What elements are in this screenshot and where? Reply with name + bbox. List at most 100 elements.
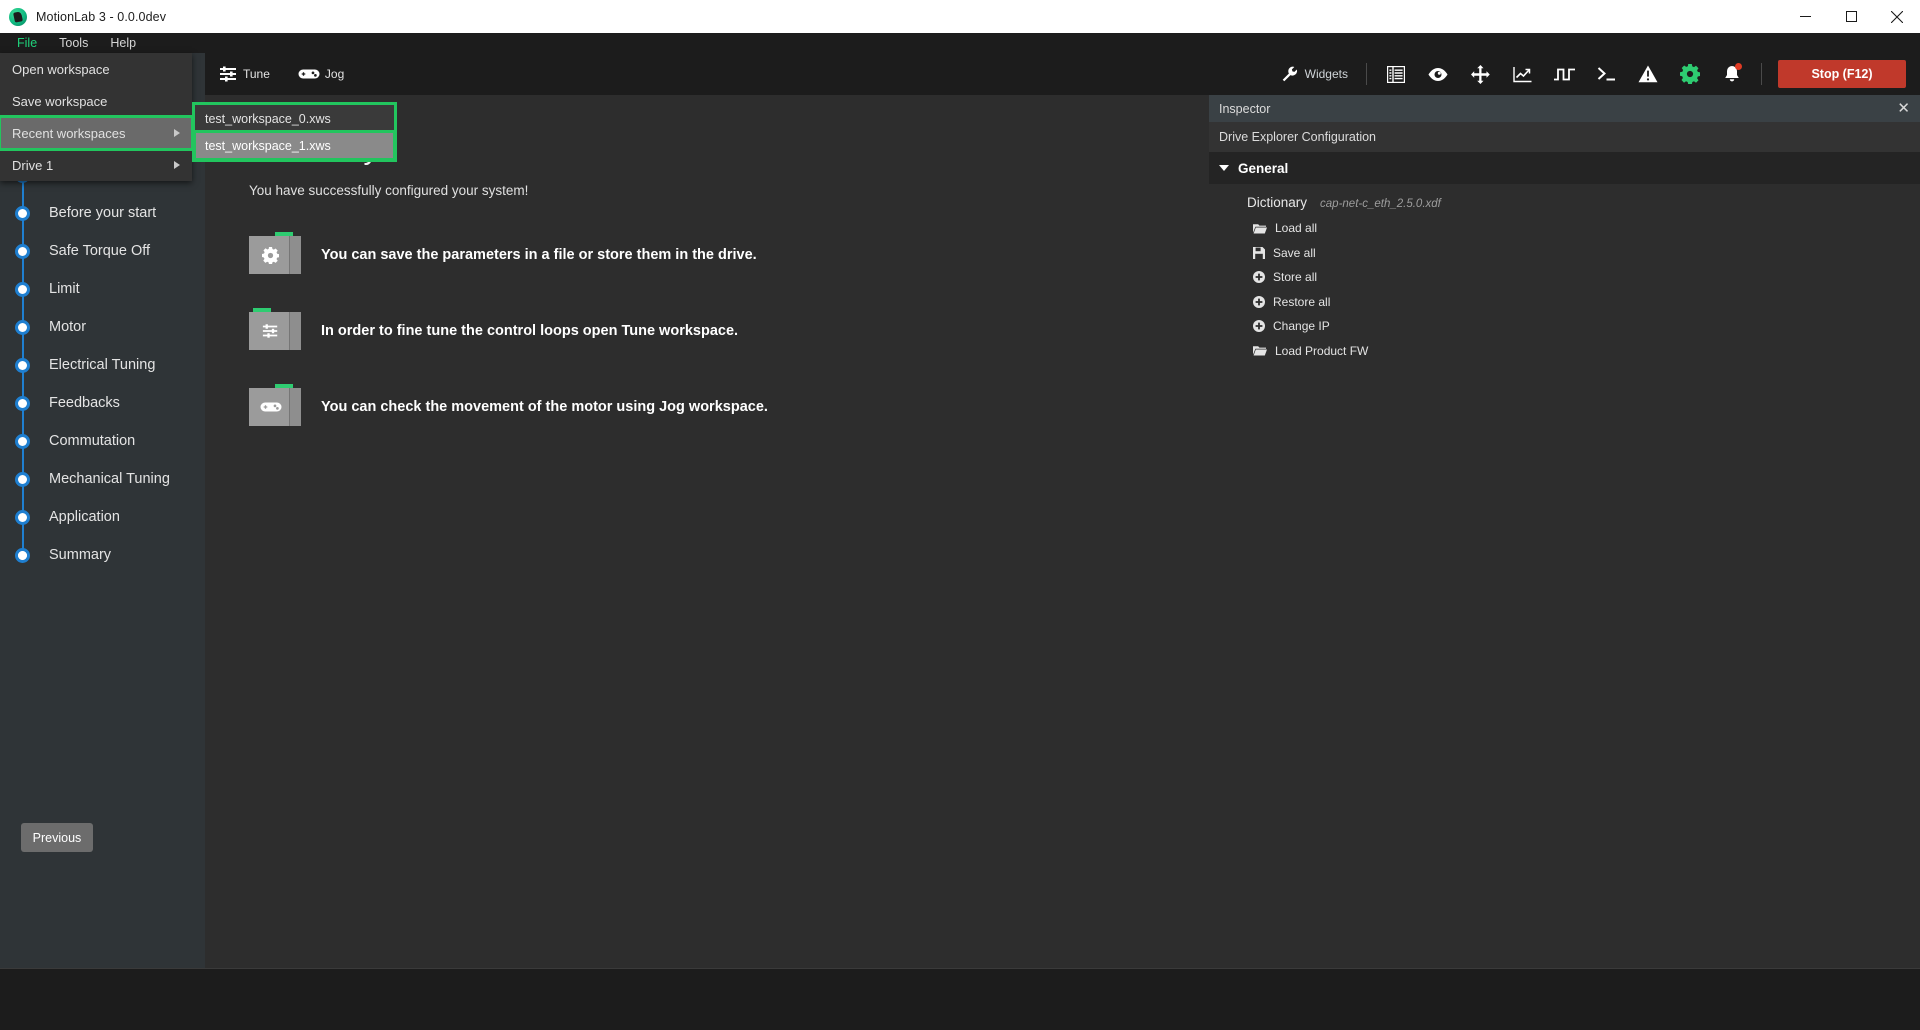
plus-circle-icon [1253, 271, 1265, 284]
menu-item-label: Save workspace [12, 93, 108, 109]
inspector-panel: Inspector ✕ Drive Explorer Configuration… [1209, 95, 1920, 968]
toolbar-right-group: Widgets Stop (F12) [1276, 53, 1920, 95]
sliders-icon [220, 66, 236, 82]
action-restore-all[interactable]: Restore all [1253, 290, 1920, 315]
action-save-all[interactable]: Save all [1253, 241, 1920, 266]
close-icon[interactable]: ✕ [1897, 101, 1910, 116]
action-label: Load Product FW [1275, 343, 1369, 358]
sidebar-step-feedbacks[interactable]: Feedbacks [0, 384, 205, 422]
sidebar-step-before-your-start[interactable]: Before your start [0, 194, 205, 232]
submenu-item-test-workspace-1[interactable]: test_workspace_1.xws [193, 130, 396, 161]
window-controls [1782, 0, 1920, 33]
inspector-group-label: General [1238, 160, 1289, 176]
step-dot-icon [15, 357, 30, 373]
toolbar: Tune Jog Widgets Stop (F12) [205, 53, 1920, 95]
submenu-item-label: test_workspace_0.xws [205, 111, 331, 126]
line-chart-icon[interactable] [1501, 53, 1543, 95]
sidebar-step-application[interactable]: Application [0, 498, 205, 536]
step-label: Limit [49, 281, 80, 297]
toolbar-divider-2 [1761, 63, 1762, 85]
square-wave-icon[interactable] [1543, 53, 1585, 95]
summary-card-text: In order to fine tune the control loops … [321, 323, 739, 339]
step-label: Feedbacks [49, 395, 120, 411]
menu-bar: File Tools Help [0, 33, 1920, 53]
dictionary-label: Dictionary [1247, 195, 1308, 210]
action-label: Restore all [1273, 294, 1331, 309]
menu-help[interactable]: Help [99, 33, 147, 53]
workspace-jog-button[interactable]: Jog [284, 53, 358, 95]
title-bar: MotionLab 3 - 0.0.0dev [0, 0, 1920, 33]
gamepad-icon [298, 69, 320, 79]
close-icon[interactable] [1874, 0, 1920, 33]
settings-gear-icon[interactable] [1669, 53, 1711, 95]
bell-icon[interactable] [1711, 53, 1753, 95]
menu-item-save-workspace[interactable]: Save workspace [0, 85, 192, 117]
file-menu-popup: Open workspace Save workspace Recent wor… [0, 53, 397, 181]
terminal-icon[interactable] [1585, 53, 1627, 95]
menu-tools[interactable]: Tools [48, 33, 99, 53]
step-dot-icon [15, 433, 30, 449]
sidebar-step-electrical-tuning[interactable]: Electrical Tuning [0, 346, 205, 384]
application-window: MotionLab 3 - 0.0.0dev File Tools Help T… [0, 0, 1920, 1030]
step-label: Safe Torque Off [49, 243, 151, 259]
sidebar-step-safe-torque-off[interactable]: Safe Torque Off [0, 232, 205, 270]
inspector-header: Inspector ✕ [1209, 95, 1920, 122]
step-dot-icon [15, 281, 30, 297]
folder-open-icon [1253, 223, 1267, 234]
menu-item-open-workspace[interactable]: Open workspace [0, 53, 192, 85]
folder-open-icon [1253, 346, 1267, 356]
inspector-group-general[interactable]: General [1209, 152, 1920, 184]
step-dot-icon [15, 509, 30, 525]
widgets-button[interactable]: Widgets [1276, 66, 1358, 82]
step-label: Electrical Tuning [49, 357, 156, 373]
step-dot-icon [15, 205, 30, 221]
notification-dot [1735, 63, 1742, 70]
menu-item-recent-workspaces[interactable]: Recent workspaces [0, 115, 194, 151]
widgets-label: Widgets [1304, 67, 1348, 81]
sliders-icon [249, 308, 301, 350]
maximize-icon[interactable] [1828, 0, 1874, 33]
action-label: Store all [1273, 270, 1318, 285]
action-label: Load all [1275, 221, 1318, 236]
wrench-icon [1282, 66, 1297, 82]
action-store-all[interactable]: Store all [1253, 265, 1920, 290]
summary-cards: You can save the parameters in a file or… [249, 232, 1209, 426]
stop-button[interactable]: Stop (F12) [1778, 60, 1906, 88]
sidebar-step-mechanical-tuning[interactable]: Mechanical Tuning [0, 460, 205, 498]
workspace-tune-label: Tune [243, 67, 270, 81]
plus-circle-icon [1253, 295, 1265, 308]
action-label: Change IP [1273, 319, 1330, 334]
table-view-icon[interactable] [1375, 53, 1417, 95]
workspace-tune-button[interactable]: Tune [205, 53, 284, 95]
warning-triangle-icon[interactable] [1627, 53, 1669, 95]
sidebar-step-limit[interactable]: Limit [0, 270, 205, 308]
menu-item-label: Drive 1 [12, 157, 54, 173]
menu-item-drive-1[interactable]: Drive 1 [0, 149, 192, 181]
previous-button[interactable]: Previous [21, 823, 93, 852]
sidebar-step-summary[interactable]: Summary [0, 536, 205, 574]
step-label: Motor [49, 319, 87, 335]
gear-icon [249, 232, 301, 274]
motionlab-logo-icon [9, 7, 27, 26]
action-load-product-fw[interactable]: Load Product FW [1253, 339, 1920, 364]
step-label: Before your start [49, 205, 157, 221]
inspector-subtitle: Drive Explorer Configuration [1209, 122, 1920, 152]
minimize-icon[interactable] [1782, 0, 1828, 33]
chevron-right-icon [174, 129, 180, 137]
window-title: MotionLab 3 - 0.0.0dev [36, 9, 167, 24]
step-label: Application [49, 509, 120, 525]
eye-icon[interactable] [1417, 53, 1459, 95]
sidebar-step-motor[interactable]: Motor [0, 308, 205, 346]
submenu-item-label: test_workspace_1.xws [205, 138, 331, 153]
summary-card-text: You can check the movement of the motor … [321, 399, 768, 415]
action-change-ip[interactable]: Change IP [1253, 314, 1920, 339]
floppy-disk-icon [1253, 246, 1265, 259]
action-load-all[interactable]: Load all [1253, 216, 1920, 241]
step-label: Summary [49, 547, 112, 563]
submenu-item-test-workspace-0[interactable]: test_workspace_0.xws [195, 105, 394, 132]
sidebar-step-commutation[interactable]: Commutation [0, 422, 205, 460]
step-dot-icon [15, 319, 30, 335]
menu-file[interactable]: File [6, 33, 48, 53]
move-arrows-icon[interactable] [1459, 53, 1501, 95]
dictionary-value: cap-net-c_eth_2.5.0.xdf [1320, 198, 1441, 210]
